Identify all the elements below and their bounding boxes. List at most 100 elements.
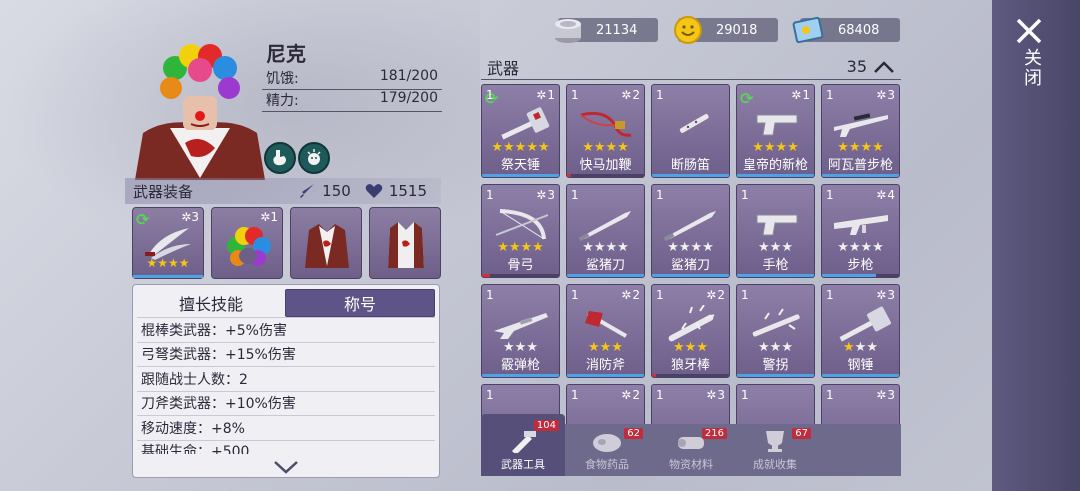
stomach-badge-icon[interactable]: [264, 142, 296, 174]
durability-bar: [737, 174, 814, 177]
category-tab[interactable]: 216 物资材料: [649, 424, 733, 476]
item-quantity: 1: [656, 288, 664, 302]
inventory-item[interactable]: ⟳ 1 ✲ 1 ★★★★★ 祭天锤: [481, 84, 560, 178]
item-level: ✲ 1: [536, 88, 555, 102]
item-name: 消防斧: [585, 358, 625, 373]
silver-value: 21134: [596, 22, 638, 38]
level-gear-icon: ✲: [876, 388, 887, 402]
item-quantity: 1: [486, 388, 494, 402]
item-quantity: 1: [571, 288, 579, 302]
inventory-item[interactable]: 1 ✲ 3 ★★★★ 骨弓: [481, 184, 560, 278]
expand-chevron-down-icon[interactable]: [133, 459, 439, 475]
inventory-item[interactable]: 1 ✲ 2: [566, 384, 645, 424]
item-quantity: 1: [656, 188, 664, 202]
item-level: ✲ 2: [621, 288, 640, 302]
rifle-icon: [834, 215, 888, 235]
equipment-header: 武器装备 150 1515: [125, 178, 441, 204]
equip-slot-head[interactable]: ✲1: [211, 207, 283, 279]
inventory-item[interactable]: 1 ★★★★ 鲨猪刀: [566, 184, 645, 278]
equip-slot-body[interactable]: [290, 207, 362, 279]
level-gear-icon: ✲: [876, 188, 887, 202]
pistol-icon: [756, 114, 798, 136]
durability-bar: [822, 174, 899, 177]
item-quantity: 1: [656, 88, 664, 102]
inventory-item[interactable]: 1 ★★★ 霰弹枪: [481, 284, 560, 378]
inventory-item[interactable]: 1 ✲ 2 ★★★ 狼牙棒: [651, 284, 730, 378]
durability-bar: [567, 374, 644, 377]
heart-icon: [365, 184, 383, 198]
category-tab[interactable]: 67 成就收集: [733, 424, 817, 476]
durability-bar: [652, 174, 729, 177]
sledgehammer-icon: [839, 306, 891, 342]
skill-row: 基础生命：+500: [137, 439, 435, 454]
item-quantity: 1: [826, 188, 834, 202]
level-gear-icon: ✲: [536, 188, 547, 202]
category-count-badge: 104: [533, 420, 559, 431]
inventory-item[interactable]: 1 ✲ 3: [821, 384, 900, 424]
inventory-item[interactable]: 1 ★★★ 手枪: [736, 184, 815, 278]
level-gear-icon: ✲: [791, 88, 802, 102]
durability-bar: [482, 274, 559, 277]
item-quantity: 1: [741, 188, 749, 202]
item-name: 骨弓: [507, 258, 534, 273]
inventory-item[interactable]: 1: [736, 384, 815, 424]
equip-slot-armor[interactable]: [369, 207, 441, 279]
equip-slot-weapon[interactable]: ⟳ ✲3 ★★★★: [132, 207, 204, 279]
close-button[interactable]: 关闭: [1018, 48, 1044, 88]
equipment-title: 武器装备: [133, 182, 194, 201]
inventory-item[interactable]: 1 断肠笛: [651, 84, 730, 178]
inventory-item[interactable]: ⟳ ✲ 1 ★★★★ 皇帝的新枪: [736, 84, 815, 178]
category-tab[interactable]: 104 武器工具: [481, 414, 565, 476]
inventory-item[interactable]: 1 ✲ 2 ★★★★ 快马加鞭: [566, 84, 645, 178]
trophy-icon: [766, 431, 784, 452]
inventory-item[interactable]: 1 ✲ 3 ★★★ 钢锤: [821, 284, 900, 378]
item-quantity: 1: [826, 88, 834, 102]
close-icon[interactable]: [1014, 16, 1044, 46]
inventory-item[interactable]: 1 ✲ 4 ★★★★ 步枪: [821, 184, 900, 278]
durability-bar: [652, 274, 729, 277]
level-gear-icon: ✲: [536, 88, 547, 102]
item-stars: ★★★★: [837, 240, 884, 255]
item-quantity: 1: [826, 288, 834, 302]
item-quantity: 1: [826, 388, 834, 402]
item-name: 步枪: [847, 258, 874, 273]
level-gear-icon: ✲: [706, 388, 717, 402]
item-name: 皇帝的新枪: [742, 158, 808, 173]
gold-value: 29018: [716, 22, 758, 38]
food-icon: [593, 434, 621, 452]
inventory-item[interactable]: 1 ★★★ 警拐: [736, 284, 815, 378]
dual-blades-icon: [145, 228, 191, 260]
inventory-item[interactable]: 1 ✲ 3: [651, 384, 730, 424]
hunger-value: 181/200: [379, 68, 438, 84]
item-name: 狼牙棒: [670, 358, 710, 373]
hunger-stat: 饥饿: 181/200: [262, 68, 442, 90]
inventory-count[interactable]: 35: [847, 57, 895, 76]
item-quantity: 1: [486, 88, 494, 102]
axe-icon: [585, 311, 628, 338]
inventory-item[interactable]: 1 ✲ 2 ★★★ 消防斧: [566, 284, 645, 378]
item-stars: ★★★★: [667, 240, 714, 255]
inventory-item[interactable]: 1 ★★★★ 鲨猪刀: [651, 184, 730, 278]
item-name: 阿瓦普步枪: [827, 158, 893, 173]
item-name: 警拐: [762, 358, 789, 373]
category-label: 食物药品: [585, 458, 629, 471]
tab-specialty[interactable]: 擅长技能: [137, 289, 285, 317]
item-stars: ★★★: [758, 240, 793, 255]
skill-row: 棍棒类武器：+5%伤害: [137, 317, 435, 342]
level-gear-icon: ✲: [876, 288, 887, 302]
inventory-item[interactable]: 1 ✲ 3 ★★★★ 阿瓦普步枪: [821, 84, 900, 178]
chevron-up-icon: [874, 60, 894, 73]
item-quantity: 1: [486, 288, 494, 302]
bow-icon: [495, 209, 549, 240]
item-quantity: 1: [656, 388, 664, 402]
skill-row: 刀斧类武器：+10%伤害: [137, 390, 435, 416]
hammer-icon: [501, 107, 550, 140]
durability-bar: [567, 274, 644, 277]
mood-badge-icon[interactable]: [298, 142, 330, 174]
clown-wig-icon: [227, 227, 271, 266]
category-tab[interactable]: 62 食物药品: [565, 424, 649, 476]
item-level: ✲ 2: [621, 388, 640, 402]
item-quantity: 1: [571, 188, 579, 202]
tab-title[interactable]: 称号: [285, 289, 435, 317]
item-stars: ★★★: [758, 340, 793, 355]
